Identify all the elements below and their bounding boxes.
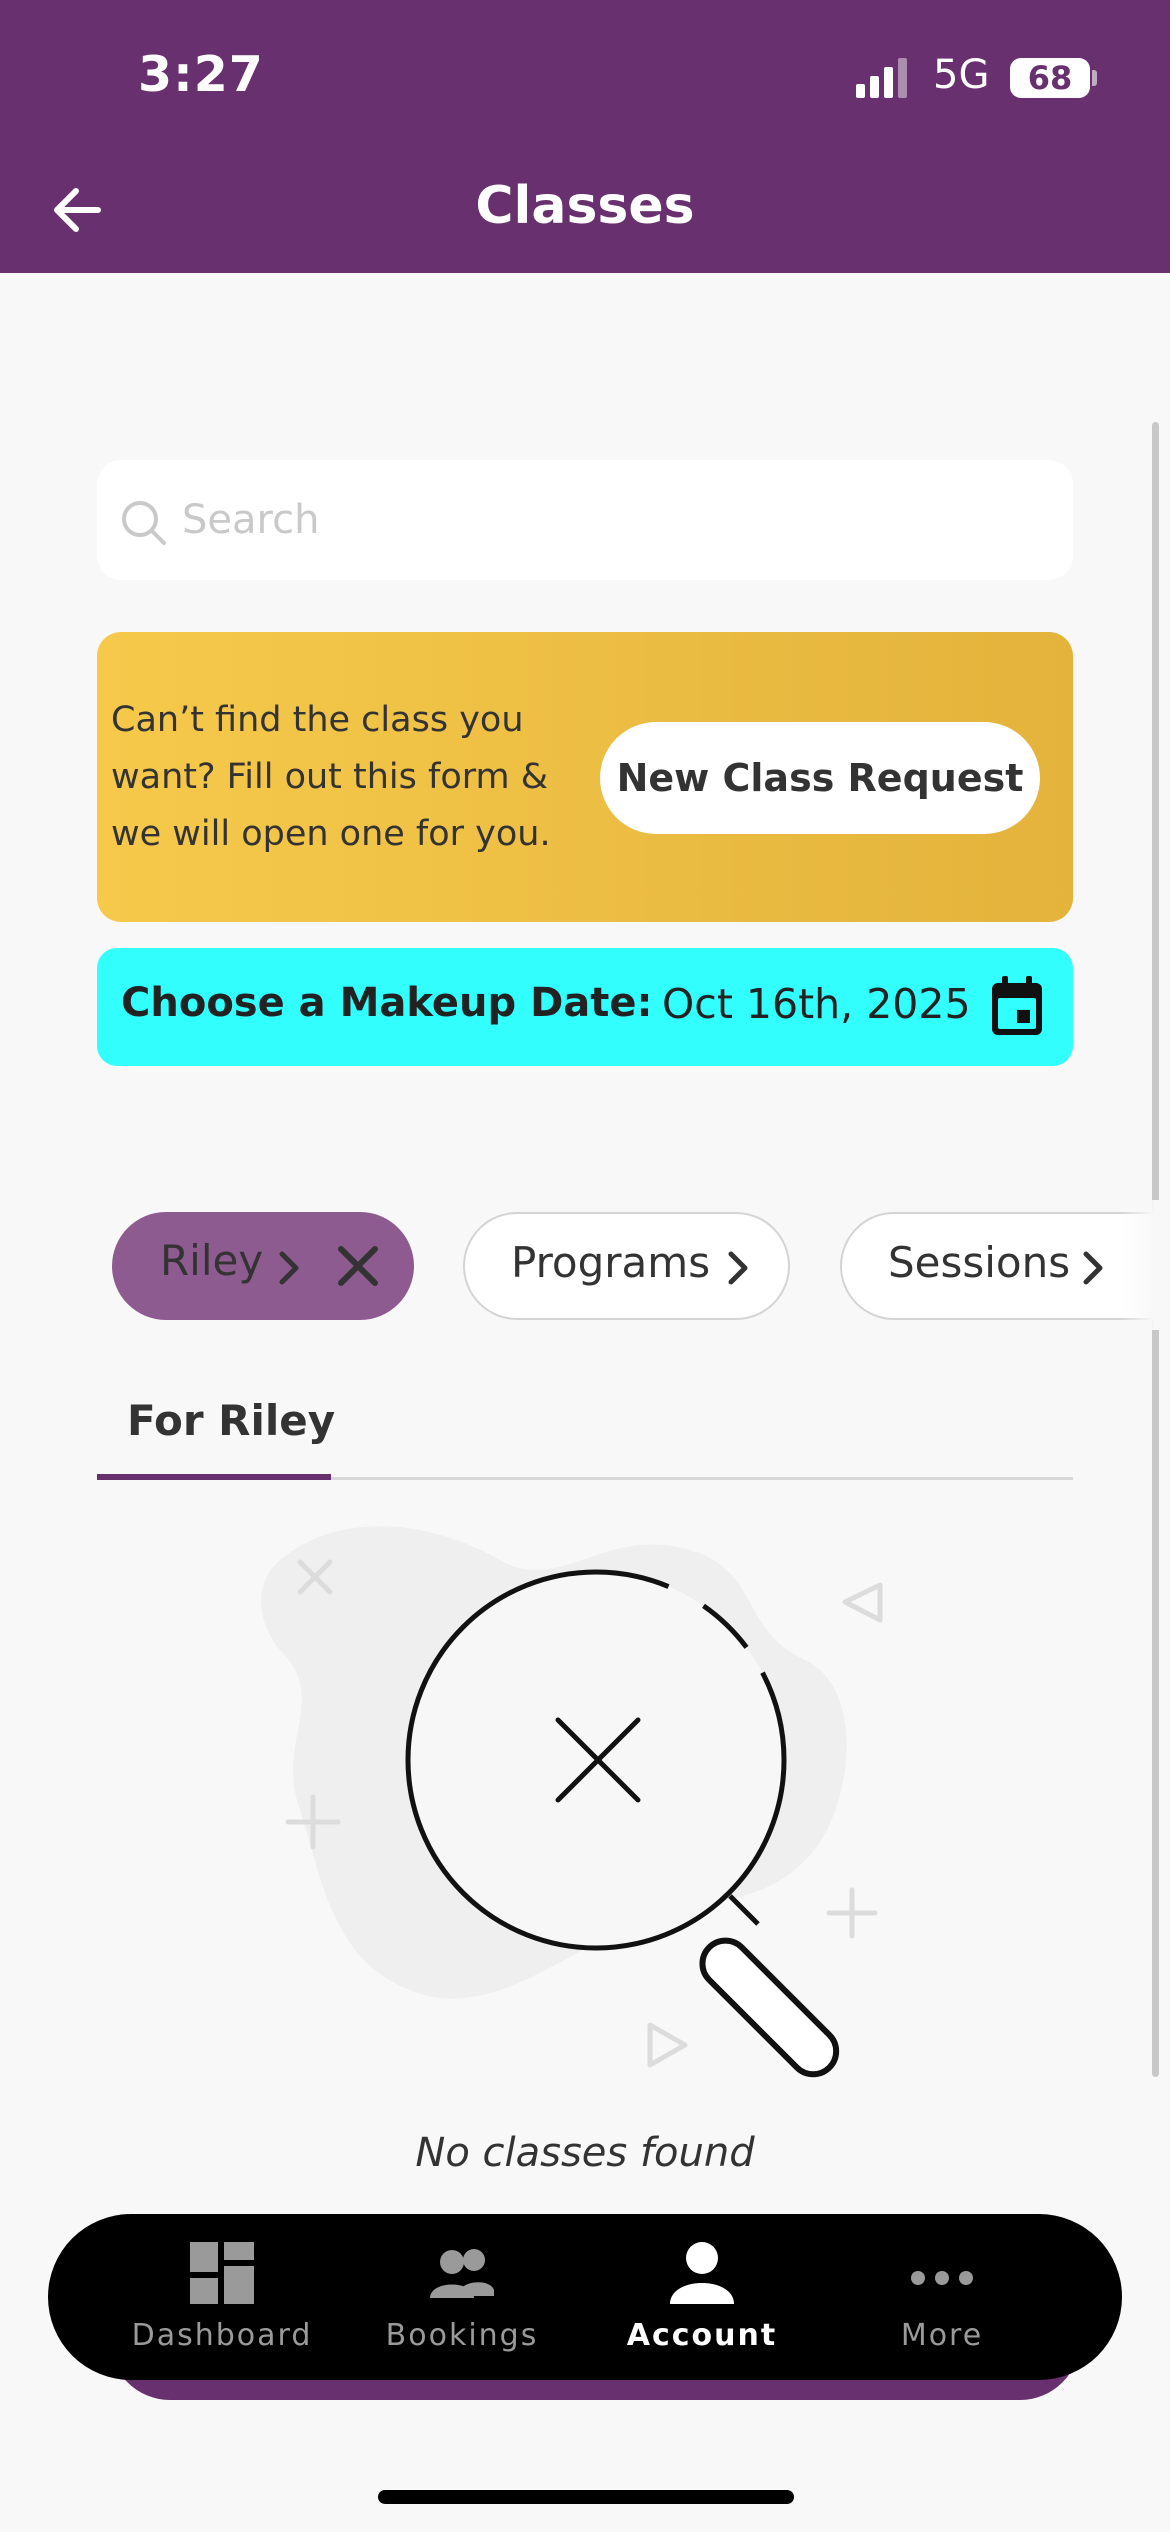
more-dots-icon xyxy=(911,2271,973,2285)
battery-nub xyxy=(1092,70,1097,86)
new-class-request-button[interactable]: New Class Request xyxy=(600,722,1040,834)
filter-chip-programs[interactable]: Programs xyxy=(463,1212,790,1320)
home-indicator[interactable] xyxy=(378,2490,794,2504)
nav-bookings-label: Bookings xyxy=(385,2318,539,2353)
chevron-right-icon xyxy=(728,1251,748,1285)
filter-chip-sessions-label: Sessions xyxy=(888,1238,1071,1287)
nav-dashboard[interactable]: Dashboard xyxy=(102,2214,342,2380)
makeup-date-label: Choose a Makeup Date: xyxy=(121,980,653,1026)
bottom-tab-bar: Dashboard Bookings Account More xyxy=(48,2214,1122,2380)
tab-for-riley-label: For Riley xyxy=(127,1396,336,1445)
nav-account[interactable]: Account xyxy=(582,2214,822,2380)
filter-chip-programs-label: Programs xyxy=(511,1238,711,1287)
search-input[interactable] xyxy=(182,460,1042,580)
status-time: 3:27 xyxy=(138,46,264,103)
people-icon xyxy=(430,2249,494,2298)
app-header: 3:27 5G 68 Classes xyxy=(0,0,1170,273)
page-title: Classes xyxy=(475,176,695,236)
makeup-date-picker[interactable]: Choose a Makeup Date: Oct 16th, 2025 xyxy=(97,948,1073,1066)
network-type: 5G xyxy=(933,52,990,98)
tab-bar: For Riley xyxy=(97,1370,1073,1480)
nav-more-label: More xyxy=(900,2318,984,2353)
filter-chip-riley-label: Riley xyxy=(160,1236,264,1285)
calendar-icon[interactable] xyxy=(989,976,1045,1038)
dashboard-icon xyxy=(190,2242,254,2304)
class-request-banner: Can’t find the class you want? Fill out … xyxy=(97,632,1073,922)
search-icon xyxy=(122,501,166,545)
class-request-text: Can’t find the class you want? Fill out … xyxy=(111,700,551,854)
nav-account-label: Account xyxy=(626,2318,778,2353)
chevron-right-icon xyxy=(279,1251,299,1285)
empty-state-message: No classes found xyxy=(415,2130,755,2176)
chips-scroll-fade xyxy=(1120,1200,1170,1330)
no-results-magnifier-icon xyxy=(261,1526,883,2078)
search-bar[interactable] xyxy=(97,460,1073,580)
filter-chip-riley[interactable]: Riley xyxy=(112,1212,414,1320)
cellular-signal-icon xyxy=(856,58,907,98)
person-icon xyxy=(670,2242,734,2304)
close-icon[interactable] xyxy=(336,1244,380,1288)
nav-dashboard-label: Dashboard xyxy=(131,2318,313,2353)
nav-more[interactable]: More xyxy=(822,2214,1062,2380)
chevron-right-icon xyxy=(1083,1251,1103,1285)
tab-for-riley[interactable]: For Riley xyxy=(97,1370,335,1480)
nav-bookings[interactable]: Bookings xyxy=(342,2214,582,2380)
makeup-date-value[interactable]: Oct 16th, 2025 xyxy=(662,980,971,1028)
battery-icon: 68 xyxy=(1010,58,1090,98)
